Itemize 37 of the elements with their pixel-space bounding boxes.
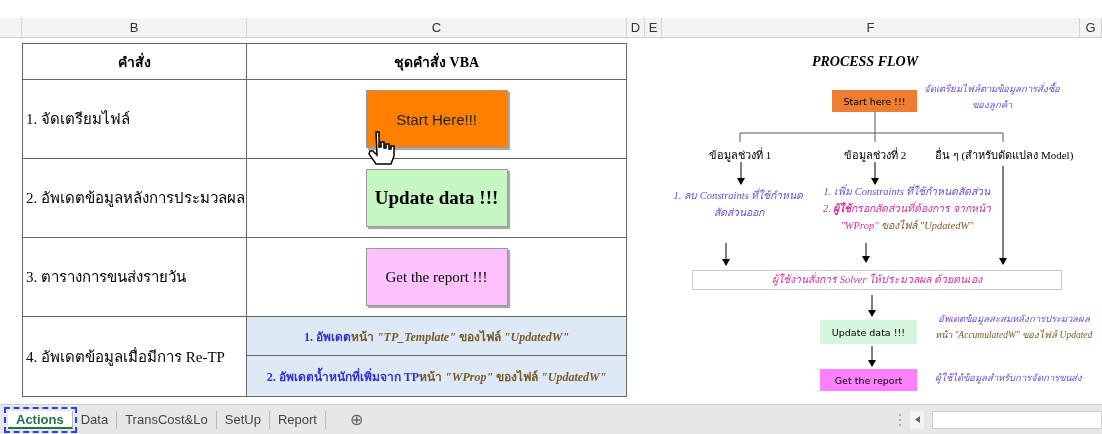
table-cell: 4. อัพเดตข้อมูลเมื่อมีการ Re-TP (26, 348, 225, 365)
report-node: Get the report (820, 369, 917, 392)
table-cell: 3. ตารางการขนส่งรายวัน (26, 269, 186, 286)
sheet-tab[interactable]: Report (269, 410, 326, 429)
add-sheet-button[interactable]: ⊕ (345, 410, 367, 430)
flow-note: 1. เพิ่ม Constraints ที่ใช้กำหนดสัดส่วน (822, 184, 992, 200)
flow-note: หน้า "AccumulatedW" ของไฟล์ Updated (935, 328, 1093, 342)
macro-button[interactable]: Start Here!!! (365, 90, 508, 149)
sheet-tab[interactable]: SetUp (216, 410, 270, 429)
update-node: Update data !!! (820, 320, 917, 345)
branch-label: อื่น ๆ (สำหรับดัดแปลง Model) (935, 146, 1074, 164)
flow-note: จัดเตรียมไฟล์ตามข้อมูลการสั่งซื้อของลูกค้า (923, 82, 1061, 113)
flow-note: 1. ลบ Constraints ที่ใช้กำหนดสัดส่วนออก (672, 188, 805, 221)
flow-note: 2. ผู้ใช้กรอกสัดส่วนที่ต้องการ จากหน้า "WProp" ของไฟล์ "UpdatedW" (821, 201, 993, 234)
table-cell: 1. จัดเตรียมไฟล์ (26, 111, 130, 128)
column-header[interactable]: C (431, 20, 442, 36)
column-header[interactable]: E (648, 20, 658, 36)
table-header: คำสั่ง (118, 54, 152, 70)
macro-button[interactable]: Get the report !!! (365, 248, 508, 307)
table-header: ชุดคำสั่ง VBA (394, 54, 480, 70)
column-header[interactable]: D (630, 20, 641, 36)
flow-note: อัพเดตข้อมูลสะสมหลังการประมวลผล (936, 313, 1091, 327)
solver-box: ผู้ใช้งานสั่งการ Solver ให้ประมวลผล ด้วยตนเอง (692, 270, 1062, 291)
link-cell: 2. อัพเดตน้ำหนักที่เพิ่มจาก TPหน้า "WProp" ของไฟล์ "UpdatedW" (247, 355, 626, 397)
column-header[interactable]: F (866, 20, 875, 36)
start-node: Start here !!! (832, 90, 917, 113)
flow-title: PROCESS FLOW (810, 54, 920, 71)
table-cell: 2. อัพเดตข้อมูลหลังการประมวลผล (26, 190, 245, 207)
flow-note: ผู้ใช้ได้ข้อมูลสำหรับการจัดการขนส่ง (935, 371, 1082, 386)
column-header[interactable]: G (1085, 20, 1096, 36)
branch-label: ข้อมูลช่วงที่ 1 (707, 146, 773, 164)
branch-label: ข้อมูลช่วงที่ 2 (842, 146, 908, 164)
sheet-tab[interactable]: TransCost&Lo (117, 410, 217, 429)
sheet-tab[interactable]: Data (72, 410, 118, 429)
link-cell-text: 1. อัพเดตหน้า "TP_Template" ของไฟล์ "UpdatedW" (302, 328, 571, 346)
column-header[interactable]: B (129, 20, 139, 36)
macro-button[interactable]: Update data !!! (365, 169, 508, 228)
